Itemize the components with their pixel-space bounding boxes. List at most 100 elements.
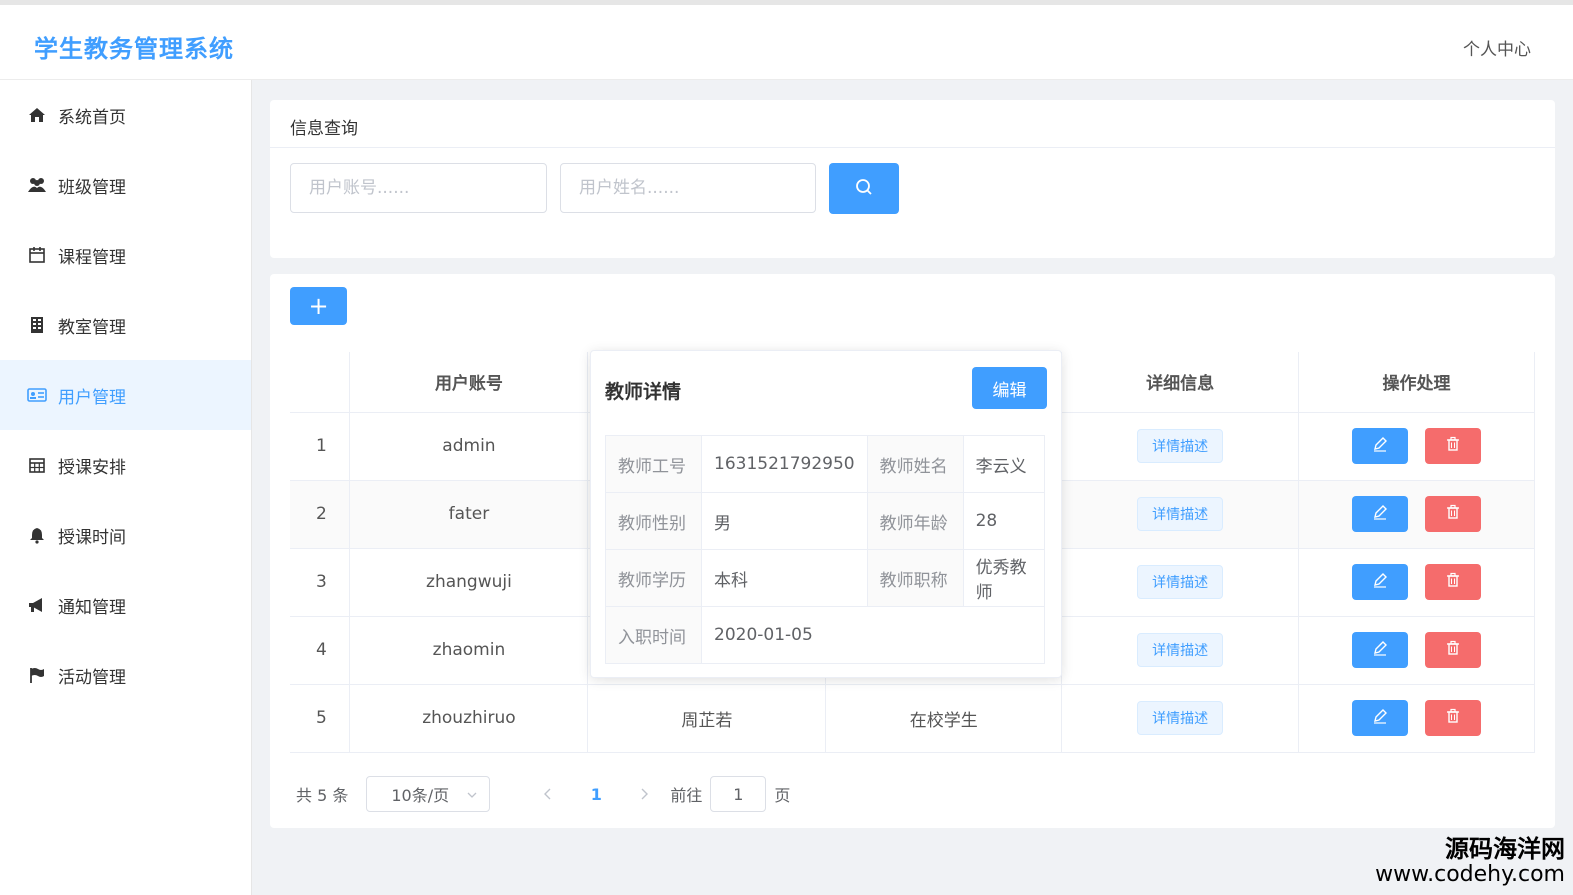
delete-row-button[interactable] (1425, 564, 1482, 600)
teacher-details-table: 教师工号 1631521792950 教师姓名 李云义 教师性别 男 教师年龄 … (605, 435, 1046, 664)
search-panel-title: 信息查询 (270, 100, 1555, 148)
sidebar-item-label: 通知管理 (58, 597, 126, 618)
row-details-cell: 详情描述 (1061, 616, 1300, 685)
row-account: zhangwuji (349, 548, 589, 617)
account-search-input[interactable] (290, 163, 547, 213)
col-index-header (290, 352, 351, 413)
prev-page-button[interactable] (524, 785, 572, 804)
delete-row-button[interactable] (1425, 632, 1482, 668)
edit-row-button[interactable] (1351, 700, 1408, 736)
sidebar-item-activity[interactable]: 活动管理 (0, 640, 251, 710)
teacher-title-value: 优秀教师 (962, 549, 1046, 607)
add-user-button[interactable]: + (290, 287, 347, 325)
teacher-id-label: 教师工号 (605, 435, 702, 493)
id-card-icon (26, 384, 48, 406)
users-icon (26, 174, 48, 196)
row-name: 周芷若 (587, 684, 827, 753)
sidebar-item-label: 活动管理 (58, 667, 126, 688)
teacher-name-label: 教师姓名 (866, 435, 964, 493)
trash-icon (1445, 504, 1461, 525)
trash-icon (1445, 640, 1461, 661)
row-details-cell: 详情描述 (1061, 412, 1300, 481)
page-number-current[interactable]: 1 (572, 785, 620, 804)
pencil-icon (1372, 436, 1388, 457)
pencil-icon (1372, 504, 1388, 525)
row-actions-cell (1298, 684, 1535, 753)
row-index: 3 (290, 548, 351, 617)
chevron-left-icon (543, 785, 553, 804)
row-actions-cell (1298, 616, 1535, 685)
sidebar-item-schedule[interactable]: 授课安排 (0, 430, 251, 500)
sidebar-item-label: 教室管理 (58, 317, 126, 338)
row-account: zhouzhiruo (349, 684, 589, 753)
edit-row-button[interactable] (1351, 428, 1408, 464)
calendar-icon (26, 244, 48, 266)
sidebar-item-classroom[interactable]: 教室管理 (0, 290, 251, 360)
teacher-gender-value: 男 (701, 492, 868, 550)
popover-title: 教师详情 (605, 381, 682, 403)
row-index: 1 (290, 412, 351, 481)
sidebar-item-notice[interactable]: 通知管理 (0, 570, 251, 640)
col-account-header[interactable]: 用户账号 (349, 352, 589, 413)
row-account: admin (349, 412, 589, 481)
user-center-link[interactable]: 个人中心 (1463, 35, 1531, 60)
teacher-id-value: 1631521792950 (701, 435, 868, 493)
pencil-icon (1372, 708, 1388, 729)
details-tag[interactable]: 详情描述 (1137, 565, 1224, 599)
sidebar-item-label: 授课安排 (58, 457, 126, 478)
sidebar-item-users[interactable]: 用户管理 (0, 360, 251, 430)
watermark-url: www.codehy.com (1375, 861, 1565, 887)
page-size-select[interactable]: 10条/页 (366, 776, 491, 812)
details-tag[interactable]: 详情描述 (1137, 701, 1224, 735)
teacher-age-label: 教师年龄 (866, 492, 964, 550)
calendar-grid-icon (26, 454, 48, 476)
sidebar-item-label: 课程管理 (58, 247, 126, 268)
sidebar-item-course[interactable]: 课程管理 (0, 220, 251, 290)
search-button[interactable] (829, 163, 899, 214)
sidebar-item-time[interactable]: 授课时间 (0, 500, 251, 570)
row-role: 在校学生 (825, 684, 1063, 753)
edit-row-button[interactable] (1351, 564, 1408, 600)
row-details-cell: 详情描述 (1061, 548, 1300, 617)
pencil-icon (1372, 572, 1388, 593)
row-index: 5 (290, 684, 351, 753)
sidebar-item-label: 系统首页 (58, 107, 126, 128)
row-details-cell: 详情描述 (1061, 480, 1300, 549)
teacher-join-date-value: 2020-01-05 (701, 606, 1045, 664)
bell-icon (26, 524, 48, 546)
row-details-cell: 详情描述 (1061, 684, 1300, 753)
app-title: 学生教务管理系统 (34, 35, 234, 63)
row-account: zhaomin (349, 616, 589, 685)
edit-teacher-button[interactable]: 编辑 (972, 367, 1047, 409)
sidebar-item-class[interactable]: 班级管理 (0, 150, 251, 220)
details-tag[interactable]: 详情描述 (1137, 633, 1224, 667)
page-size-value: 10条/页 (391, 786, 450, 805)
details-tag[interactable]: 详情描述 (1137, 429, 1224, 463)
sidebar: 系统首页 班级管理 课程管理 教室管理 用户管理 授课安排 授课时间 通知管理 … (0, 80, 252, 895)
row-actions-cell (1298, 548, 1535, 617)
teacher-name-value: 李云义 (962, 435, 1046, 493)
delete-row-button[interactable] (1425, 428, 1482, 464)
teacher-age-value: 28 (962, 492, 1046, 550)
delete-row-button[interactable] (1425, 496, 1482, 532)
goto-page-input[interactable]: 1 (710, 776, 767, 812)
row-account: fater (349, 480, 589, 549)
teacher-details-popover: 教师详情 编辑 教师工号 1631521792950 教师姓名 李云义 教师性别… (590, 350, 1062, 678)
row-index: 4 (290, 616, 351, 685)
watermark: 源码海洋网 www.codehy.com (1375, 836, 1565, 887)
edit-row-button[interactable] (1351, 632, 1408, 668)
goto-label: 前往 (670, 786, 703, 805)
teacher-education-label: 教师学历 (605, 549, 702, 607)
watermark-title: 源码海洋网 (1445, 835, 1565, 864)
details-tag[interactable]: 详情描述 (1137, 497, 1224, 531)
name-search-input[interactable] (560, 163, 816, 213)
sidebar-item-label: 班级管理 (58, 177, 126, 198)
home-icon (26, 104, 48, 126)
trash-icon (1445, 436, 1461, 457)
delete-row-button[interactable] (1425, 700, 1482, 736)
edit-row-button[interactable] (1351, 496, 1408, 532)
table-row: 5 zhouzhiruo 周芷若 在校学生 详情描述 (290, 684, 1535, 753)
sidebar-item-label: 用户管理 (58, 387, 126, 408)
next-page-button[interactable] (620, 785, 668, 804)
sidebar-item-home[interactable]: 系统首页 (0, 80, 251, 150)
